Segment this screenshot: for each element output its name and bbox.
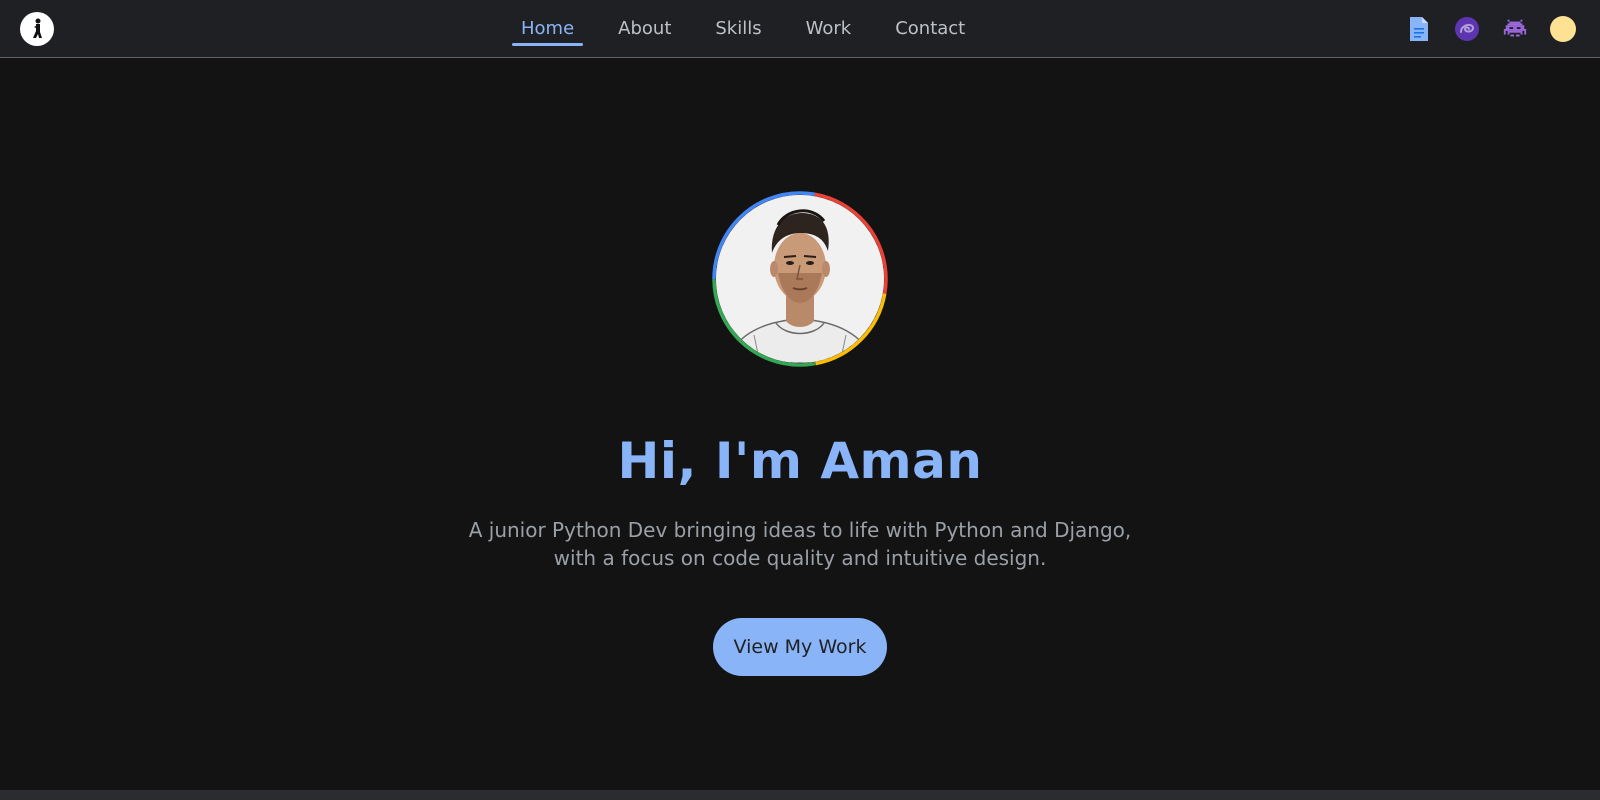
main-nav: Home About Skills Work Contact bbox=[512, 0, 1000, 58]
logo-figure-icon bbox=[33, 18, 42, 38]
nav-link-work[interactable]: Work bbox=[797, 0, 861, 58]
nav-link-about[interactable]: About bbox=[609, 0, 680, 58]
view-my-work-button[interactable]: View My Work bbox=[713, 618, 887, 676]
hero-section: Hi, I'm Aman A junior Python Dev bringin… bbox=[0, 58, 1600, 790]
nav-link-contact[interactable]: Contact bbox=[886, 0, 974, 58]
theme-toggle-icon[interactable] bbox=[1550, 16, 1576, 42]
avatar-portrait bbox=[716, 195, 884, 363]
swirl-icon[interactable] bbox=[1454, 16, 1480, 42]
alien-monster-icon[interactable] bbox=[1502, 16, 1528, 42]
bottom-scroll-bar bbox=[0, 790, 1600, 800]
nav-icons bbox=[1406, 14, 1576, 44]
avatar bbox=[712, 191, 888, 367]
document-icon[interactable] bbox=[1406, 16, 1432, 42]
person-portrait-icon bbox=[716, 195, 884, 363]
navbar: Home About Skills Work Contact bbox=[0, 0, 1600, 58]
nav-link-skills[interactable]: Skills bbox=[706, 0, 770, 58]
logo[interactable] bbox=[20, 12, 54, 46]
hero-subtitle: A junior Python Dev bringing ideas to li… bbox=[468, 518, 1132, 570]
nav-link-home[interactable]: Home bbox=[512, 0, 584, 58]
hero-title: Hi, I'm Aman bbox=[617, 432, 983, 490]
